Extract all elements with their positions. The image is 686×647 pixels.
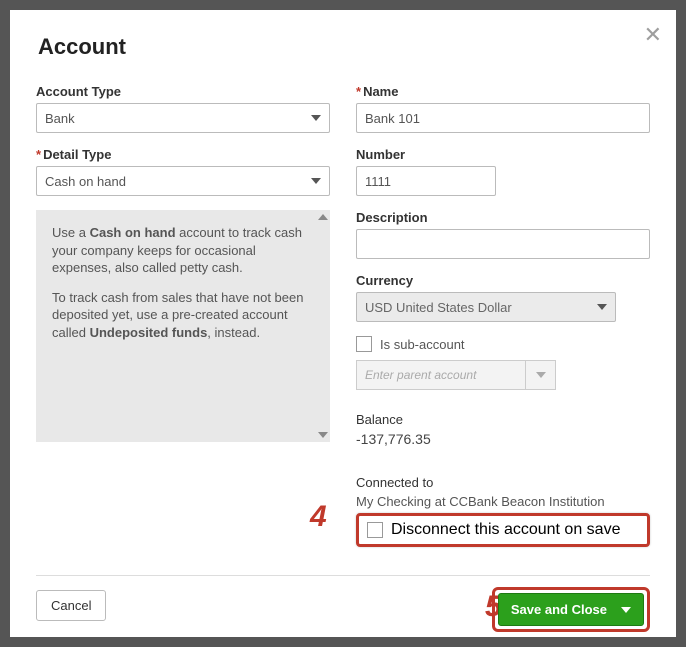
account-modal: ✕ Account Account Type Bank Detail Type … <box>10 10 676 637</box>
page-title: Account <box>38 34 650 60</box>
chevron-down-icon <box>621 607 631 613</box>
name-input[interactable]: Bank 101 <box>356 103 650 133</box>
balance-value: -137,776.35 <box>356 431 650 447</box>
currency-select[interactable]: USD United States Dollar <box>356 292 616 322</box>
divider <box>36 575 650 576</box>
disconnect-highlight: Disconnect this account on save <box>356 513 650 547</box>
scroll-up-icon[interactable] <box>318 214 328 220</box>
currency-value: USD United States Dollar <box>365 300 512 315</box>
description-input[interactable] <box>356 229 650 259</box>
account-type-select[interactable]: Bank <box>36 103 330 133</box>
number-input[interactable]: 1111 <box>356 166 496 196</box>
sub-account-checkbox[interactable] <box>356 336 372 352</box>
balance-label: Balance <box>356 412 650 427</box>
connected-to-value: My Checking at CCBank Beacon Institution <box>356 494 650 509</box>
disconnect-label: Disconnect this account on save <box>391 521 620 539</box>
account-type-value: Bank <box>45 111 75 126</box>
chevron-down-icon <box>311 115 321 121</box>
detail-type-help: Use a Cash on hand account to track cash… <box>36 210 330 442</box>
disconnect-checkbox[interactable] <box>367 522 383 538</box>
scroll-down-icon[interactable] <box>318 432 328 438</box>
cancel-button[interactable]: Cancel <box>36 590 106 621</box>
detail-type-value: Cash on hand <box>45 174 126 189</box>
save-and-close-button[interactable]: Save and Close <box>498 593 644 626</box>
number-label: Number <box>356 147 650 162</box>
detail-type-select[interactable]: Cash on hand <box>36 166 330 196</box>
chevron-down-icon <box>536 372 546 378</box>
chevron-down-icon <box>311 178 321 184</box>
parent-account-dropdown[interactable] <box>526 360 556 390</box>
account-type-label: Account Type <box>36 84 330 99</box>
save-highlight: Save and Close <box>492 587 650 632</box>
currency-label: Currency <box>356 273 650 288</box>
close-icon[interactable]: ✕ <box>644 24 662 46</box>
sub-account-label: Is sub-account <box>380 337 465 352</box>
detail-type-label: Detail Type <box>36 147 330 162</box>
name-label: Name <box>356 84 650 99</box>
annotation-4: 4 <box>310 500 327 534</box>
chevron-down-icon <box>597 304 607 310</box>
parent-account-input[interactable]: Enter parent account <box>356 360 526 390</box>
connected-to-label: Connected to <box>356 475 650 490</box>
description-label: Description <box>356 210 650 225</box>
